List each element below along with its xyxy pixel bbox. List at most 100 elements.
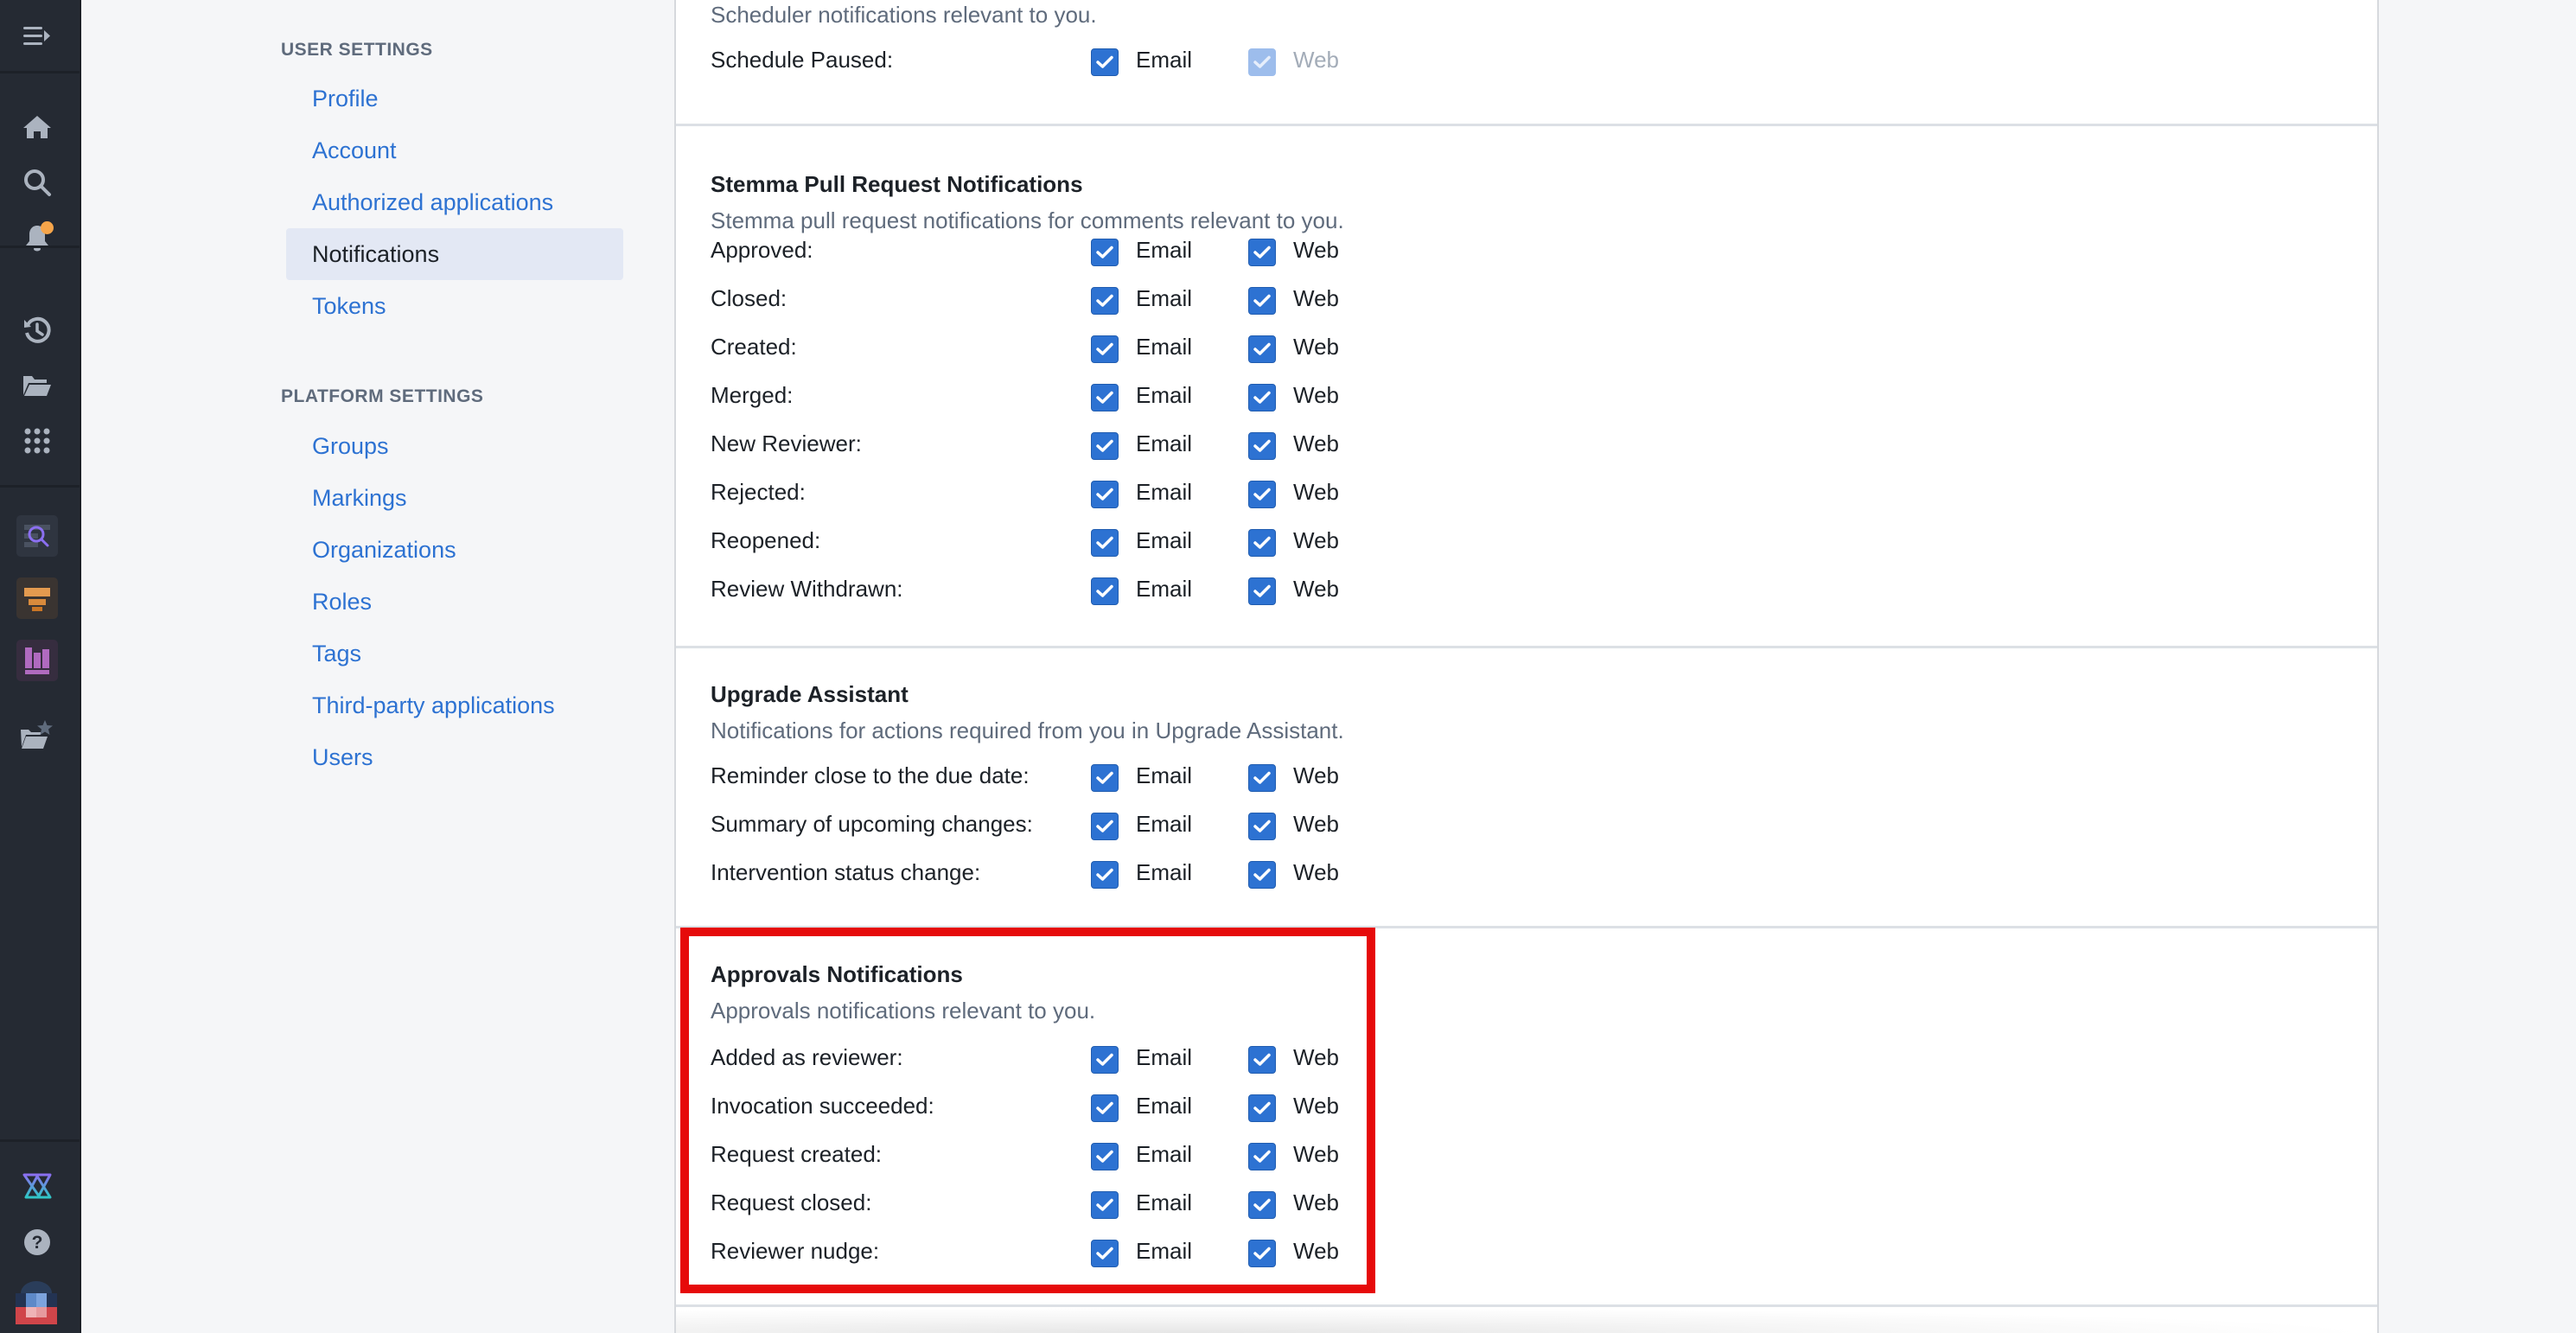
email-option-label[interactable]: Email (1136, 1238, 1192, 1265)
nav-item-tags[interactable]: Tags (286, 628, 623, 679)
nav-item-account[interactable]: Account (286, 124, 623, 176)
web-checkbox[interactable] (1248, 287, 1276, 315)
web-option-label[interactable]: Web (1293, 576, 1339, 603)
web-checkbox[interactable] (1248, 1143, 1276, 1170)
email-checkbox[interactable] (1091, 1046, 1119, 1074)
web-option-label[interactable]: Web (1293, 479, 1339, 506)
nav-item-authorized-applications[interactable]: Authorized applications (286, 176, 623, 228)
web-option-label[interactable]: Web (1293, 431, 1339, 457)
email-option-label[interactable]: Email (1136, 47, 1192, 73)
nav-item-notifications[interactable]: Notifications (286, 228, 623, 280)
email-checkbox[interactable] (1091, 287, 1119, 315)
email-checkbox[interactable] (1091, 481, 1119, 508)
email-option-label[interactable]: Email (1136, 1093, 1192, 1119)
nav-item-profile[interactable]: Profile (286, 73, 623, 124)
notification-row: Reviewer nudge: Email Web (711, 1234, 1489, 1269)
web-checkbox[interactable] (1248, 861, 1276, 889)
nav-item-markings[interactable]: Markings (286, 472, 623, 524)
web-checkbox[interactable] (1248, 384, 1276, 411)
checkmark-icon (1253, 584, 1271, 597)
web-option-label[interactable]: Web (1293, 859, 1339, 886)
email-checkbox[interactable] (1091, 1143, 1119, 1170)
web-checkbox[interactable] (1248, 1046, 1276, 1074)
web-option-label[interactable]: Web (1293, 237, 1339, 264)
web-checkbox[interactable] (1248, 1240, 1276, 1267)
checkmark-icon (1096, 1247, 1113, 1260)
email-option-label[interactable]: Email (1136, 1141, 1192, 1168)
email-checkbox[interactable] (1091, 432, 1119, 460)
checkmark-icon (1096, 55, 1113, 68)
email-checkbox[interactable] (1091, 1094, 1119, 1122)
user-avatar-icon[interactable] (16, 1281, 57, 1324)
web-checkbox[interactable] (1248, 577, 1276, 605)
apps-grid-icon[interactable] (20, 424, 54, 458)
email-option-label[interactable]: Email (1136, 479, 1192, 506)
web-option-label[interactable]: Web (1293, 1238, 1339, 1265)
email-checkbox[interactable] (1091, 764, 1119, 792)
email-option-label[interactable]: Email (1136, 859, 1192, 886)
web-checkbox[interactable] (1248, 239, 1276, 266)
nav-item-third-party-applications[interactable]: Third-party applications (286, 679, 623, 731)
web-checkbox[interactable] (1248, 1094, 1276, 1122)
web-option-label[interactable]: Web (1293, 1141, 1339, 1168)
web-option-label[interactable]: Web (1293, 527, 1339, 554)
email-option-label[interactable]: Email (1136, 1044, 1192, 1071)
web-option-label[interactable]: Web (1293, 285, 1339, 312)
email-option-label[interactable]: Email (1136, 762, 1192, 789)
nav-item-tokens[interactable]: Tokens (286, 280, 623, 332)
email-checkbox[interactable] (1091, 239, 1119, 266)
help-icon[interactable]: ? (20, 1225, 54, 1260)
email-option-label[interactable]: Email (1136, 285, 1192, 312)
search-icon[interactable] (20, 165, 54, 200)
email-option-label[interactable]: Email (1136, 1189, 1192, 1216)
nav-item-organizations[interactable]: Organizations (286, 524, 623, 576)
history-icon[interactable] (20, 313, 54, 348)
web-checkbox[interactable] (1248, 335, 1276, 363)
web-checkbox[interactable] (1248, 1191, 1276, 1219)
web-option-label[interactable]: Web (1293, 334, 1339, 360)
web-option-label[interactable]: Web (1293, 382, 1339, 409)
email-checkbox[interactable] (1091, 577, 1119, 605)
web-option-label[interactable]: Web (1293, 762, 1339, 789)
email-checkbox[interactable] (1091, 529, 1119, 557)
web-checkbox[interactable] (1248, 481, 1276, 508)
menu-expand-icon[interactable] (20, 19, 54, 54)
email-checkbox[interactable] (1091, 813, 1119, 840)
email-checkbox[interactable] (1091, 384, 1119, 411)
email-option-label[interactable]: Email (1136, 527, 1192, 554)
web-checkbox[interactable] (1248, 529, 1276, 557)
email-checkbox[interactable] (1091, 335, 1119, 363)
folder-open-icon[interactable] (20, 368, 54, 403)
nav-item-roles[interactable]: Roles (286, 576, 623, 628)
email-checkbox[interactable] (1091, 861, 1119, 889)
email-option-label[interactable]: Email (1136, 237, 1192, 264)
notification-row: Closed: Email Web (711, 282, 1489, 316)
app-funnel-tile-icon[interactable] (16, 577, 58, 619)
email-option-label[interactable]: Email (1136, 382, 1192, 409)
section-description: Stemma pull request notifications for co… (711, 207, 1344, 233)
app-logo-icon[interactable] (20, 1169, 54, 1203)
email-checkbox[interactable] (1091, 1191, 1119, 1219)
nav-item-users[interactable]: Users (286, 731, 623, 783)
email-option-label[interactable]: Email (1136, 431, 1192, 457)
web-option-label[interactable]: Web (1293, 1093, 1339, 1119)
email-option-label[interactable]: Email (1136, 811, 1192, 838)
notification-label: Request closed: (711, 1189, 872, 1215)
web-checkbox[interactable] (1248, 813, 1276, 840)
web-option-label[interactable]: Web (1293, 1044, 1339, 1071)
web-checkbox[interactable] (1248, 432, 1276, 460)
home-icon[interactable] (20, 110, 54, 144)
email-checkbox[interactable] (1091, 48, 1119, 76)
app-bar-chart-tile-icon[interactable] (16, 640, 58, 681)
email-option-label[interactable]: Email (1136, 576, 1192, 603)
nav-item-groups[interactable]: Groups (286, 420, 623, 472)
email-checkbox[interactable] (1091, 1240, 1119, 1267)
checkmark-icon (1096, 342, 1113, 355)
favorites-folder-icon[interactable] (20, 718, 54, 752)
email-option-label[interactable]: Email (1136, 334, 1192, 360)
notification-row: Schedule Paused: Email Web (711, 43, 1489, 78)
app-search-tile-icon[interactable] (16, 515, 58, 557)
web-option-label[interactable]: Web (1293, 1189, 1339, 1216)
web-option-label[interactable]: Web (1293, 811, 1339, 838)
web-checkbox[interactable] (1248, 764, 1276, 792)
